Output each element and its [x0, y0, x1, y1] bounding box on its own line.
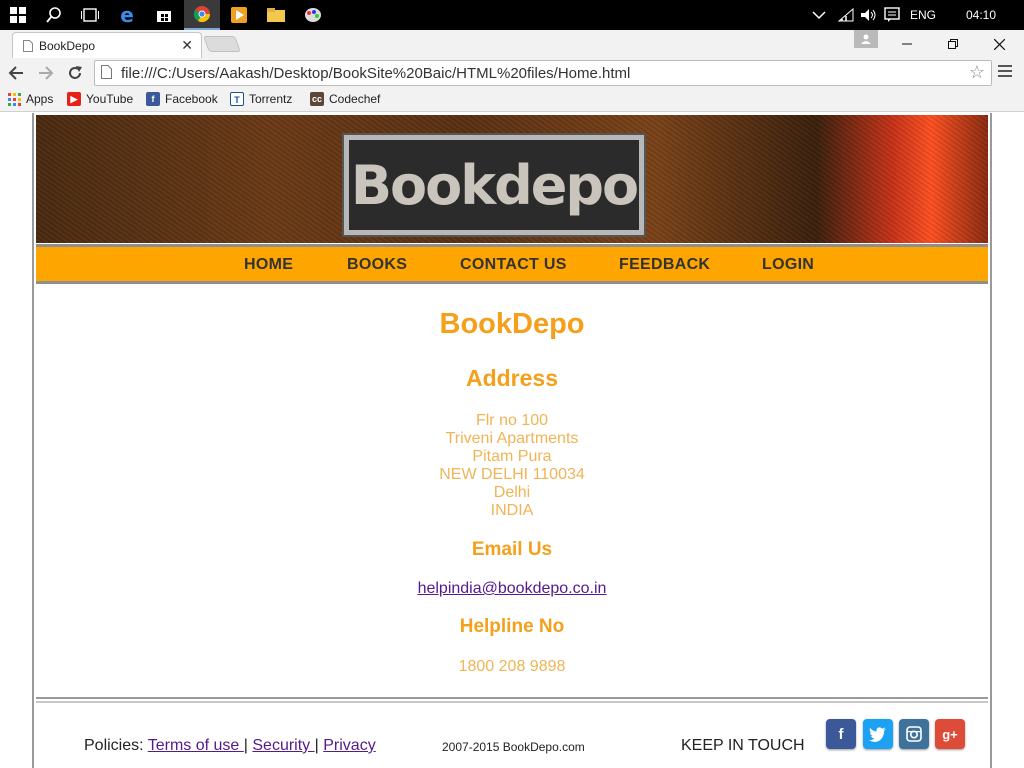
- bookmark-codechef[interactable]: cc Codechef: [310, 92, 380, 106]
- privacy-link[interactable]: Privacy: [323, 737, 375, 754]
- browser-toolbar: file:///C:/Users/Aakash/Desktop/BookSite…: [0, 58, 1024, 88]
- media-player-icon[interactable]: [221, 0, 257, 30]
- facebook-icon[interactable]: f: [826, 719, 856, 749]
- address-bar[interactable]: file:///C:/Users/Aakash/Desktop/BookSite…: [94, 60, 992, 86]
- bookmark-label: Facebook: [165, 92, 218, 106]
- edge-icon[interactable]: e: [109, 0, 145, 30]
- address-block: Flr no 100 Triveni Apartments Pitam Pura…: [36, 412, 988, 520]
- nav-login[interactable]: LOGIN: [762, 256, 814, 274]
- google-plus-icon[interactable]: g+: [935, 719, 965, 749]
- windows-start-icon[interactable]: [0, 0, 36, 30]
- header-banner: Bookdepo: [36, 115, 988, 243]
- volume-icon[interactable]: [860, 0, 878, 30]
- page-footer: Policies: Terms of use | Security | Priv…: [36, 703, 988, 768]
- bookmark-youtube[interactable]: ▶ YouTube: [67, 92, 133, 106]
- address-line: Triveni Apartments: [445, 430, 579, 447]
- page-icon: [23, 39, 33, 52]
- policies-label: Policies:: [84, 737, 144, 754]
- bookmark-label: YouTube: [86, 92, 134, 106]
- bookdepo-logo[interactable]: Bookdepo: [344, 135, 644, 235]
- task-view-icon[interactable]: [72, 0, 108, 30]
- youtube-icon: ▶: [67, 92, 81, 106]
- chrome-icon[interactable]: [184, 0, 220, 30]
- page-icon: [101, 65, 112, 79]
- policies-links: Policies: Terms of use | Security | Priv…: [84, 737, 376, 754]
- minimize-button[interactable]: [884, 30, 930, 58]
- tab-title: BookDepo: [39, 38, 96, 53]
- facebook-icon: f: [146, 92, 160, 106]
- restore-button[interactable]: [930, 30, 976, 58]
- terms-of-use-link[interactable]: Terms of use: [148, 737, 244, 754]
- url-text: file:///C:/Users/Aakash/Desktop/BookSite…: [121, 64, 631, 82]
- profile-icon[interactable]: [854, 30, 878, 48]
- windows-taskbar: e ENG 04:10: [0, 0, 1024, 30]
- bookmark-facebook[interactable]: f Facebook: [146, 92, 218, 106]
- contact-content: BookDepo Address Flr no 100 Triveni Apar…: [36, 286, 988, 696]
- back-arrow-icon[interactable]: [4, 62, 28, 84]
- security-link[interactable]: Security: [252, 737, 314, 754]
- copyright-text: 2007-2015 BookDepo.com: [442, 740, 585, 754]
- logo-text: Bookdepo: [350, 153, 639, 217]
- system-clock[interactable]: 04:10: [966, 0, 996, 30]
- wifi-icon[interactable]: [838, 0, 854, 30]
- email-address-link[interactable]: helpindia@bookdepo.co.in: [418, 580, 607, 597]
- codechef-icon: cc: [310, 92, 324, 106]
- store-icon[interactable]: [146, 0, 182, 30]
- close-window-button[interactable]: [976, 30, 1022, 58]
- address-heading: Address: [465, 365, 559, 391]
- chrome-menu-icon[interactable]: [998, 62, 1012, 83]
- email-link: helpindia@bookdepo.co.in: [36, 580, 988, 598]
- helpline-heading: Helpline No: [459, 616, 565, 637]
- new-tab-button[interactable]: [203, 36, 241, 52]
- bookmark-label: Apps: [26, 92, 54, 106]
- main-navigation: HOME BOOKS CONTACT US FEEDBACK LOGIN: [36, 244, 988, 284]
- address-line: INDIA: [490, 502, 534, 519]
- nav-home[interactable]: HOME: [244, 256, 293, 274]
- bookmark-apps[interactable]: Apps: [8, 92, 53, 106]
- close-tab-icon[interactable]: ✕: [181, 37, 193, 54]
- language-indicator[interactable]: ENG: [910, 0, 936, 30]
- page-title: BookDepo: [439, 308, 585, 340]
- nav-contact-us[interactable]: CONTACT US: [460, 256, 567, 274]
- address-line: Pitam Pura: [472, 448, 552, 465]
- email-heading: Email Us: [471, 539, 553, 560]
- keep-in-touch-label: KEEP IN TOUCH: [681, 737, 805, 754]
- bookmark-torrentz[interactable]: T Torrentz: [230, 92, 292, 106]
- show-hidden-icons-icon[interactable]: [812, 0, 826, 30]
- nav-books[interactable]: BOOKS: [347, 256, 407, 274]
- forward-arrow-icon[interactable]: [34, 62, 58, 84]
- bookmark-label: Torrentz: [249, 92, 293, 106]
- bookmark-star-icon[interactable]: ☆: [969, 62, 985, 83]
- address-line: Flr no 100: [475, 412, 549, 429]
- bookmark-label: Codechef: [329, 92, 381, 106]
- instagram-icon[interactable]: [899, 719, 929, 749]
- twitter-icon[interactable]: [863, 719, 893, 749]
- paint-icon[interactable]: [295, 0, 331, 30]
- bookmarks-bar: Apps ▶ YouTube f Facebook T Torrentz cc …: [0, 88, 1024, 112]
- address-line: Delhi: [493, 484, 531, 501]
- address-line: NEW DELHI 110034: [439, 466, 585, 483]
- torrentz-icon: T: [230, 92, 244, 106]
- tab-bookdepo[interactable]: BookDepo ✕: [12, 32, 202, 58]
- reload-icon[interactable]: [63, 62, 87, 84]
- notifications-icon[interactable]: [884, 0, 900, 30]
- search-icon[interactable]: [36, 0, 72, 30]
- apps-grid-icon: [8, 92, 21, 106]
- helpline-number: 1800 208 9898: [458, 658, 566, 675]
- nav-feedback[interactable]: FEEDBACK: [619, 256, 710, 274]
- file-explorer-icon[interactable]: [258, 0, 294, 30]
